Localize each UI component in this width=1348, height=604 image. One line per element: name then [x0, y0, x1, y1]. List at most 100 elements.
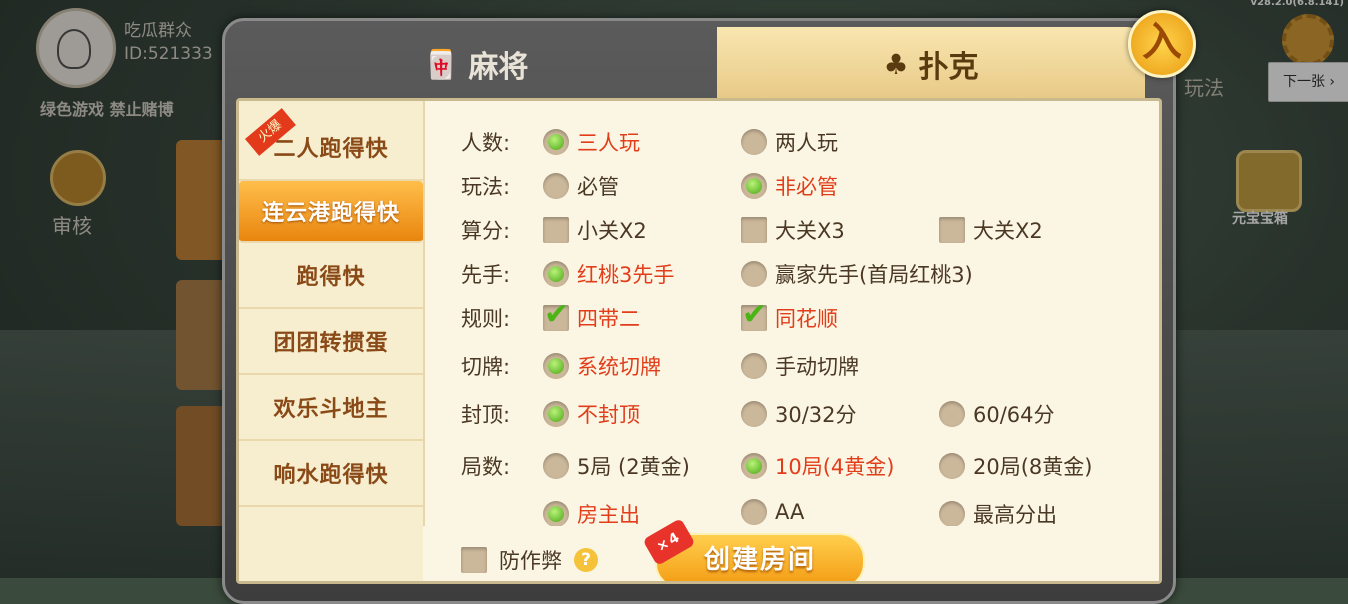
club-suit-icon: ♣ [883, 47, 909, 81]
option-manual-cut[interactable]: 手动切牌 [741, 351, 859, 381]
option-daguan-x2[interactable]: 大关X2 [939, 215, 1043, 245]
option-label: 手动切牌 [775, 355, 859, 379]
game-item-label: 跑得快 [296, 265, 366, 290]
radio-off[interactable] [741, 129, 767, 155]
radio-on[interactable] [543, 261, 569, 287]
rules-row-label: 规则: [461, 307, 511, 331]
radio-off[interactable] [543, 173, 569, 199]
players-row: 人数: [461, 125, 531, 159]
option-three-players[interactable]: 三人玩 [543, 127, 640, 157]
game-item-guandan[interactable]: 团团转掼蛋 [239, 309, 423, 375]
option-label: 不封顶 [577, 403, 640, 427]
checkbox-checked[interactable] [741, 297, 767, 332]
game-item-label: 二人跑得快 [273, 137, 389, 162]
radio-on[interactable] [543, 353, 569, 379]
option-xiaoguan-x2[interactable]: 小关X2 [543, 215, 647, 245]
radio-off[interactable] [939, 453, 965, 479]
option-not-must-play[interactable]: 非必管 [741, 171, 838, 201]
radio-off[interactable] [939, 501, 965, 527]
anticheat-label: 防作弊 [499, 549, 562, 573]
settings-panel: 二人跑得快 火爆 连云港跑得快 跑得快 团团转掼蛋 欢乐斗地主 响水跑得快 人数… [236, 98, 1162, 584]
tab-mahjong-label: 麻将 [468, 50, 529, 85]
option-label: 60/64分 [973, 403, 1055, 427]
radio-off[interactable] [543, 453, 569, 479]
radio-on[interactable] [543, 401, 569, 427]
option-four-with-two[interactable]: 四带二 [543, 297, 640, 333]
option-daguan-x3[interactable]: 大关X3 [741, 215, 845, 245]
create-room-button[interactable]: ×4 创建房间 [642, 518, 865, 581]
option-label: 三人玩 [577, 131, 640, 155]
option-label: 5局 (2黄金) [577, 455, 690, 479]
option-label: 两人玩 [775, 131, 838, 155]
radio-on[interactable] [741, 173, 767, 199]
option-label: 非必管 [775, 175, 838, 199]
first-player-label: 先手: [461, 263, 511, 287]
radio-off[interactable] [741, 499, 767, 525]
option-top-scorer-pays[interactable]: 最高分出 [939, 499, 1057, 529]
game-item-label: 欢乐斗地主 [273, 397, 389, 422]
tab-mahjong[interactable]: 🀄 麻将 [235, 27, 717, 101]
option-5-rounds[interactable]: 5局 (2黄金) [543, 451, 690, 481]
option-20-rounds[interactable]: 20局(8黄金) [939, 451, 1092, 481]
option-cap-60[interactable]: 60/64分 [939, 399, 1055, 429]
option-must-play[interactable]: 必管 [543, 171, 619, 201]
option-aa[interactable]: AA [741, 499, 804, 525]
anticheat-option[interactable]: 防作弊 ? [461, 545, 598, 575]
option-cap-30[interactable]: 30/32分 [741, 399, 857, 429]
cap-label: 封顶: [461, 403, 511, 427]
game-item-label: 连云港跑得快 [261, 201, 400, 226]
game-list: 二人跑得快 火爆 连云港跑得快 跑得快 团团转掼蛋 欢乐斗地主 响水跑得快 [239, 101, 425, 581]
option-label: 同花顺 [775, 307, 838, 331]
game-item-lianyungang[interactable]: 连云港跑得快 [239, 181, 423, 243]
radio-off[interactable] [741, 353, 767, 379]
players-label: 人数: [461, 131, 511, 155]
radio-on[interactable] [543, 501, 569, 527]
cut-label: 切牌: [461, 355, 511, 379]
checkbox[interactable] [543, 217, 569, 243]
option-straight-flush[interactable]: 同花顺 [741, 297, 838, 333]
option-label: AA [775, 500, 805, 524]
radio-on[interactable] [741, 453, 767, 479]
option-label: 最高分出 [973, 503, 1057, 527]
rounds-label: 局数: [461, 455, 511, 479]
mahjong-icon: 🀄 [423, 47, 459, 81]
game-item-xiangshui[interactable]: 响水跑得快 [239, 441, 423, 507]
radio-on[interactable] [543, 129, 569, 155]
rules-row: 规则: [461, 301, 531, 335]
rounds-row: 局数: [461, 449, 531, 483]
option-no-cap[interactable]: 不封顶 [543, 399, 640, 429]
option-heart3-first[interactable]: 红桃3先手 [543, 259, 674, 289]
radio-off[interactable] [741, 261, 767, 287]
game-item-label: 团团转掼蛋 [273, 331, 389, 356]
tab-poker-label: 扑克 [918, 50, 979, 85]
scoring-row: 算分: [461, 213, 531, 247]
option-winner-first[interactable]: 赢家先手(首局红桃3) [741, 259, 973, 289]
option-label: 四带二 [577, 307, 640, 331]
game-item-paodekuai[interactable]: 跑得快 [239, 243, 423, 309]
radio-off[interactable] [741, 401, 767, 427]
mode-row: 玩法: [461, 169, 531, 203]
option-label: 小关X2 [577, 219, 647, 243]
cut-row: 切牌: [461, 349, 531, 383]
cap-row: 封顶: [461, 397, 531, 431]
game-item-label: 响水跑得快 [273, 463, 389, 488]
option-two-players[interactable]: 两人玩 [741, 127, 838, 157]
scoring-label: 算分: [461, 219, 511, 243]
option-label: 红桃3先手 [577, 263, 675, 287]
anticheat-checkbox[interactable] [461, 547, 487, 573]
option-label: 赢家先手(首局红桃3) [775, 263, 973, 287]
option-system-cut[interactable]: 系统切牌 [543, 351, 661, 381]
close-button[interactable]: 入 [1128, 10, 1196, 78]
radio-off[interactable] [939, 401, 965, 427]
help-icon[interactable]: ? [574, 548, 598, 572]
option-host-pays[interactable]: 房主出 [543, 499, 640, 529]
option-10-rounds[interactable]: 10局(4黄金) [741, 451, 894, 481]
game-item-doudizhu[interactable]: 欢乐斗地主 [239, 375, 423, 441]
option-label: 30/32分 [775, 403, 857, 427]
checkbox[interactable] [939, 217, 965, 243]
checkbox[interactable] [741, 217, 767, 243]
first-player-row: 先手: [461, 257, 531, 291]
checkbox-checked[interactable] [543, 297, 569, 332]
option-label: 房主出 [577, 503, 640, 527]
tab-poker[interactable]: ♣ 扑克 [717, 27, 1145, 101]
